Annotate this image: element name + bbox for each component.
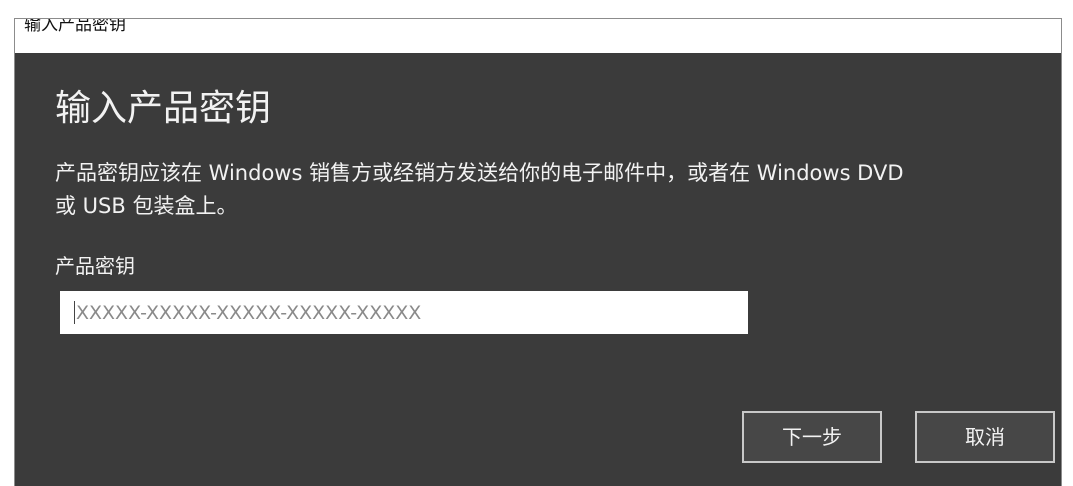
dialog-body: 输入产品密钥 产品密钥应该在 Windows 销售方或经销方发送给你的电子邮件中… (15, 53, 1061, 486)
description-line: 产品密钥应该在 Windows 销售方或经销方发送给你的电子邮件中，或者在 Wi… (55, 161, 904, 185)
dialog-heading: 输入产品密钥 (55, 88, 272, 129)
product-key-label: 产品密钥 (55, 254, 135, 278)
title-bar: 输入产品密钥 (15, 19, 1061, 53)
window-title: 输入产品密钥 (24, 19, 126, 35)
next-button[interactable]: 下一步 (742, 411, 882, 463)
dialog-window: 输入产品密钥 输入产品密钥 产品密钥应该在 Windows 销售方或经销方发送给… (14, 18, 1062, 486)
cancel-button[interactable]: 取消 (915, 411, 1055, 463)
product-key-field[interactable] (60, 291, 748, 334)
description-line: 或 USB 包装盒上。 (55, 194, 238, 218)
text-caret (74, 301, 75, 324)
product-key-input[interactable] (60, 291, 748, 334)
dialog-description: 产品密钥应该在 Windows 销售方或经销方发送给你的电子邮件中，或者在 Wi… (55, 157, 1045, 223)
